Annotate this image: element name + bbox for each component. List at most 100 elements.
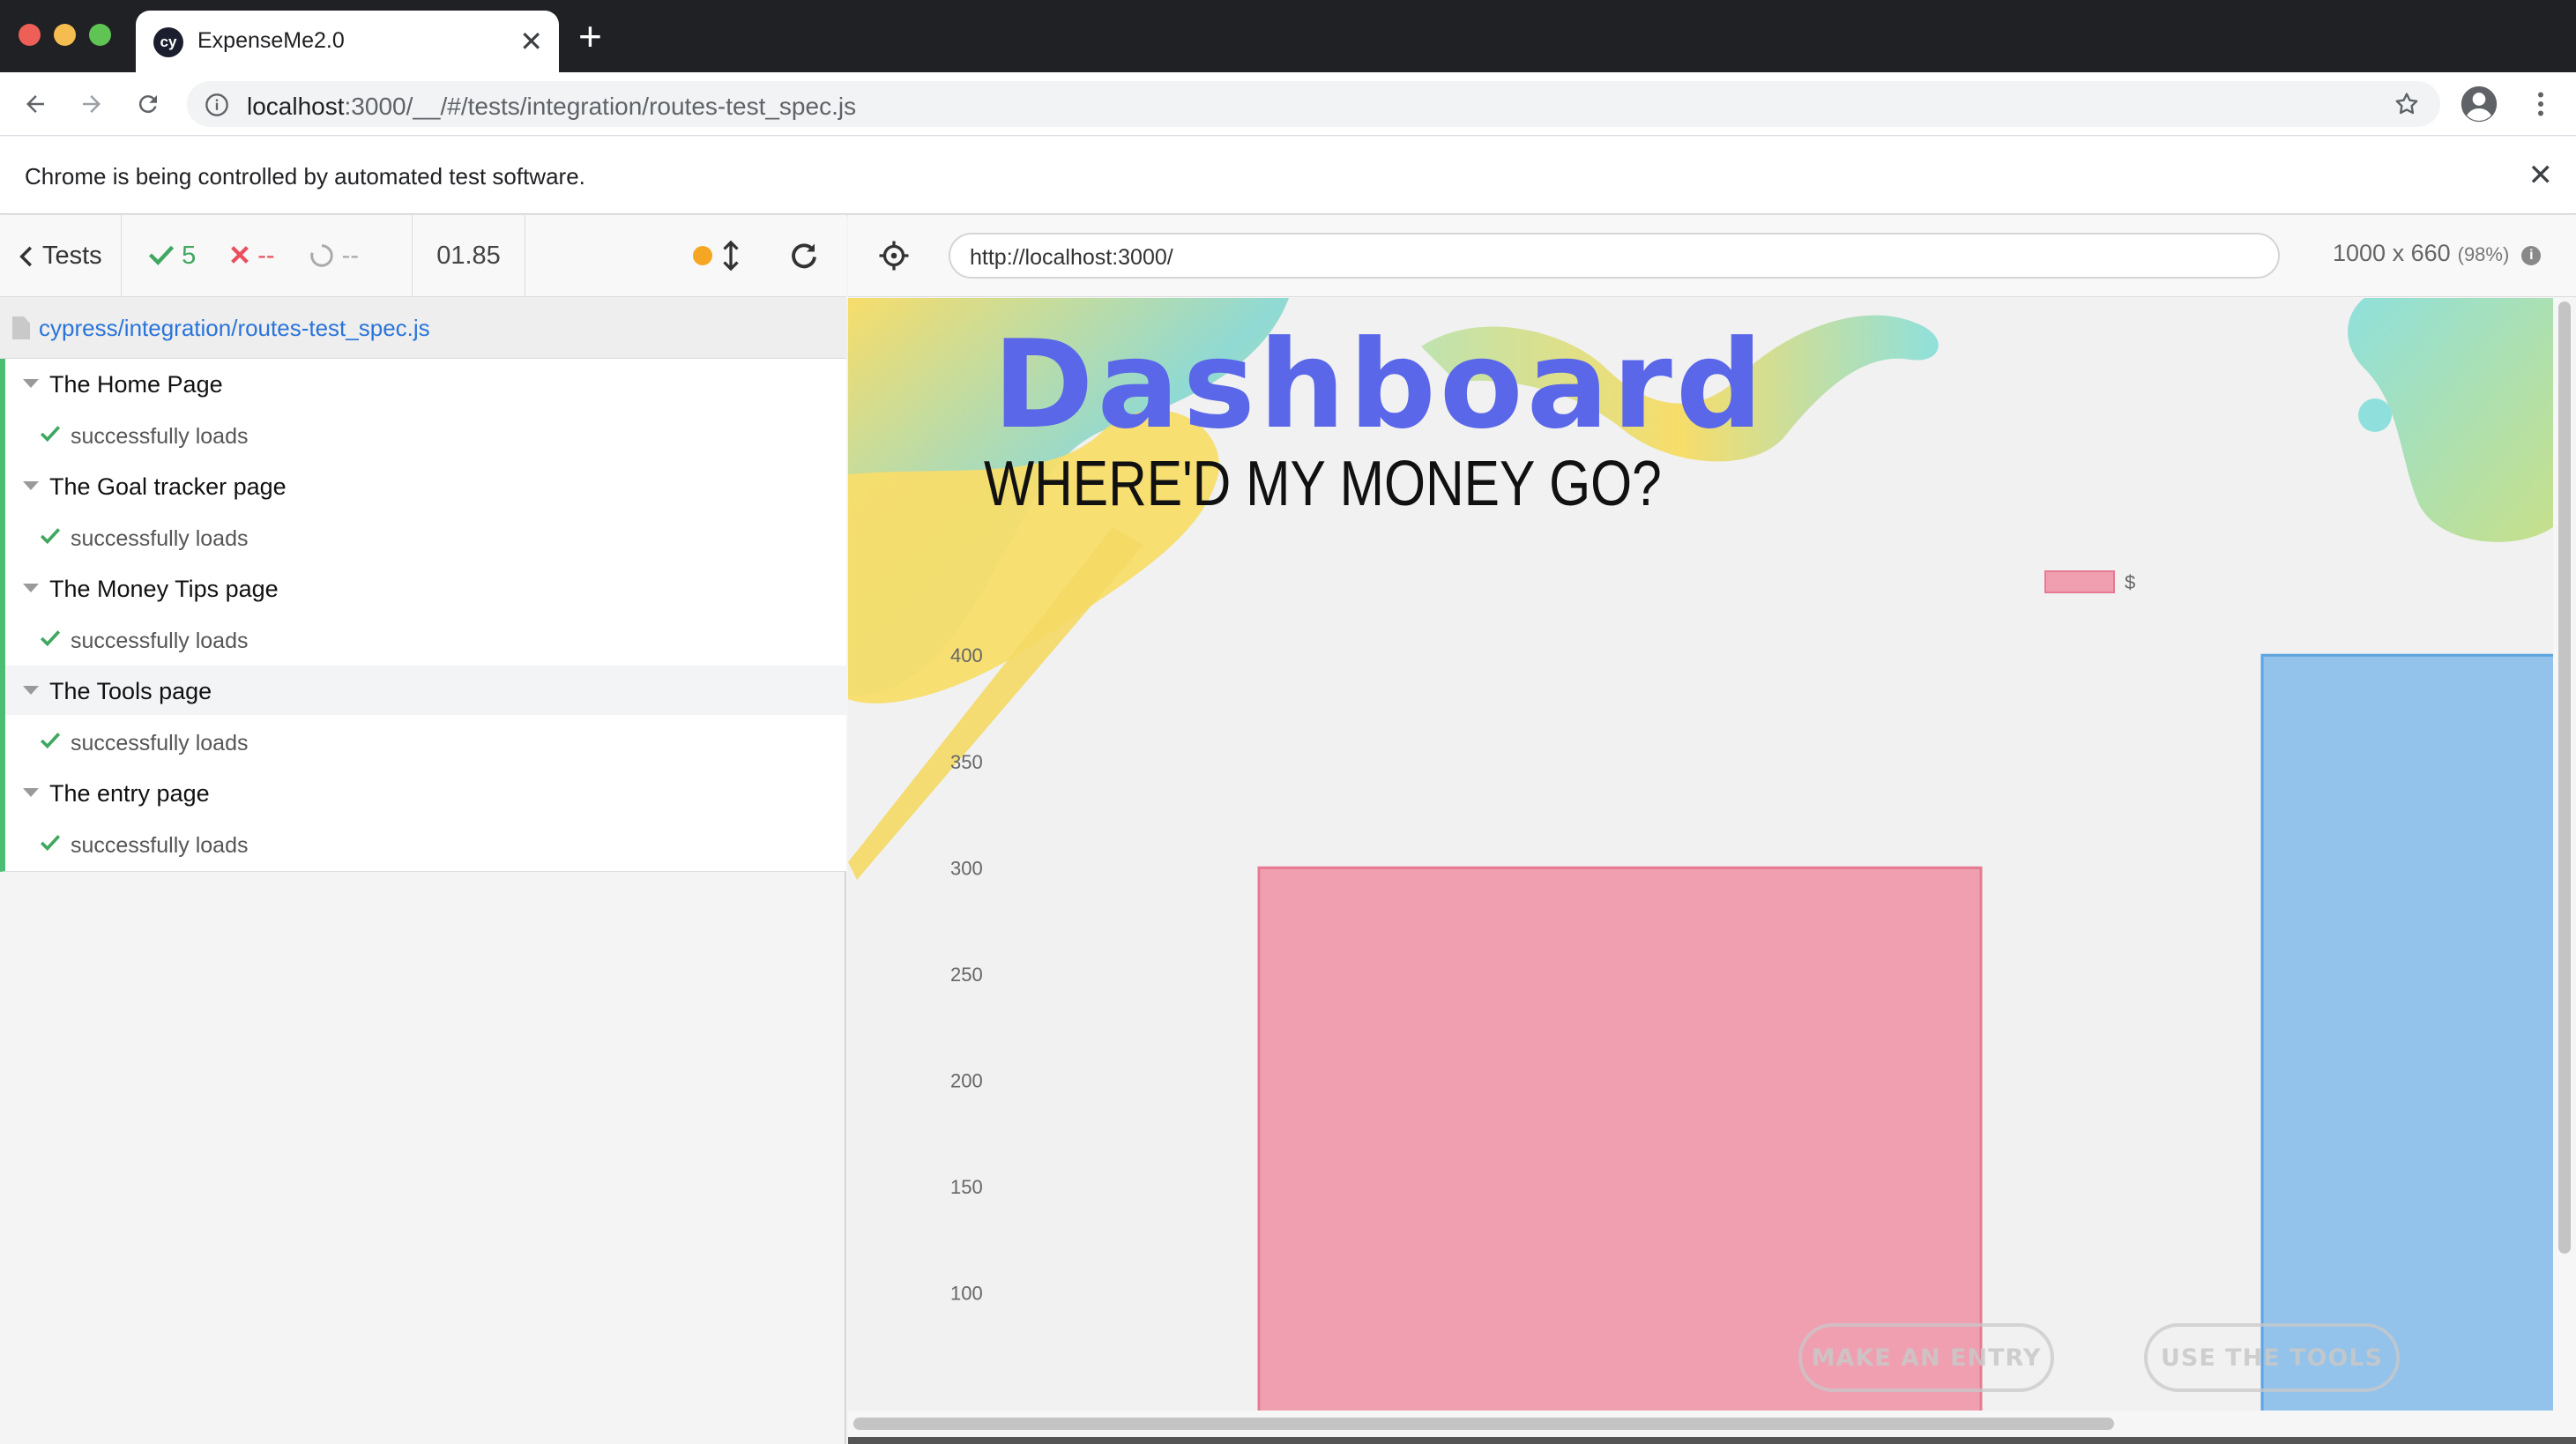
suite-row[interactable]: The Goal tracker page [5, 461, 846, 510]
reload-button[interactable] [129, 85, 168, 123]
suite-row[interactable]: The Home Page [5, 359, 846, 408]
test-title: successfully loads [71, 526, 249, 551]
menu-dots-icon[interactable] [2525, 88, 2557, 120]
viewport-size: 1000 x 660 [2333, 240, 2451, 266]
legend-label[interactable]: $ [2125, 571, 2135, 593]
caret-down-icon[interactable] [23, 584, 39, 592]
tab-close-button[interactable]: ✕ [519, 24, 543, 59]
caret-down-icon[interactable] [23, 481, 39, 490]
failed-stat: -- [229, 242, 275, 271]
browser-toolbar: localhost:3000/__/#/tests/integration/ro… [0, 72, 2576, 136]
y-tick-label: 100 [950, 1283, 983, 1305]
browser-tab[interactable]: cy ExpenseMe2.0 ✕ [136, 11, 559, 72]
test-row[interactable]: successfully loads [5, 717, 846, 766]
check-icon [40, 630, 61, 647]
new-tab-button[interactable]: + [578, 16, 602, 56]
caret-down-icon[interactable] [23, 788, 39, 797]
url-host: localhost [247, 93, 345, 120]
viewport-scale: (98%) [2457, 243, 2510, 265]
check-icon [40, 426, 61, 443]
rerun-icon[interactable] [788, 240, 820, 272]
y-tick-label: 400 [950, 644, 983, 666]
y-tick-label: 200 [950, 1069, 983, 1091]
test-title: successfully loads [71, 833, 249, 858]
test-title: successfully loads [71, 629, 249, 653]
check-icon [40, 733, 61, 749]
account-icon[interactable] [2460, 85, 2498, 123]
caret-down-icon[interactable] [23, 686, 39, 695]
aut-horizontal-scrollbar[interactable] [848, 1411, 2576, 1437]
back-button[interactable] [16, 85, 55, 123]
chart-bar[interactable] [2260, 653, 2553, 1411]
bottom-border [848, 1437, 2576, 1444]
test-row[interactable]: successfully loads [5, 410, 846, 459]
passed-count: 5 [182, 242, 197, 270]
suite-title: The entry page [49, 780, 210, 807]
expense-bar-chart: $ 400 350 300 250 200 150 100 [950, 570, 2553, 1411]
aut-header: http://localhost:3000/ 1000 x 660 (98%) i [848, 215, 2576, 297]
stats-group: 5 -- -- [122, 215, 413, 297]
make-entry-button[interactable]: MAKE AN ENTRY [1798, 1323, 2054, 1392]
y-axis-ticks: 400 350 300 250 200 150 100 [950, 644, 983, 1304]
use-tools-button[interactable]: USE THE TOOLS [2144, 1323, 2400, 1392]
test-row[interactable]: successfully loads [5, 512, 846, 562]
auto-scroll-icon[interactable] [723, 240, 739, 272]
url-path: :3000/__/#/tests/integration/routes-test… [344, 93, 857, 120]
suite-row[interactable]: The Tools page [5, 666, 846, 715]
address-bar[interactable]: localhost:3000/__/#/tests/integration/ro… [187, 81, 2440, 127]
test-runnables-list: The Home Page successfully loads The Goa… [0, 359, 846, 872]
vertical-scroll-thumb[interactable] [2558, 301, 2571, 1254]
forward-arrow-icon [83, 95, 101, 113]
forward-button[interactable] [72, 85, 111, 123]
y-tick-label: 350 [950, 751, 983, 773]
cypress-reporter: Tests 5 -- -- 01.85 cypress/integration/… [0, 215, 846, 1444]
x-icon [231, 246, 249, 264]
duration: 01.85 [413, 215, 525, 297]
y-tick-label: 150 [950, 1176, 983, 1198]
file-icon [12, 316, 30, 339]
aut-url-field[interactable]: http://localhost:3000/ [949, 233, 2280, 279]
reload-icon [138, 95, 157, 114]
y-tick-label: 250 [950, 964, 983, 986]
spec-path-bar: cypress/integration/routes-test_spec.js [0, 297, 846, 359]
window-close-button[interactable] [19, 24, 41, 46]
spinner-icon [309, 244, 333, 267]
test-row[interactable]: successfully loads [5, 614, 846, 664]
reporter-header: Tests 5 -- -- 01.85 [0, 215, 846, 297]
suite-title: The Home Page [49, 371, 223, 398]
viewport-info-icon[interactable]: i [2521, 246, 2542, 265]
infobar-close-button[interactable]: ✕ [2528, 158, 2554, 193]
browser-tab-bar: cy ExpenseMe2.0 ✕ + [0, 0, 2576, 72]
address-url[interactable]: localhost:3000/__/#/tests/integration/ro… [247, 93, 856, 121]
suite-row[interactable]: The entry page [5, 768, 846, 817]
chart-legend[interactable]: $ [2044, 570, 2135, 593]
pending-stat: -- [309, 242, 359, 271]
tests-back-button[interactable]: Tests [0, 215, 122, 297]
spec-file-link[interactable]: cypress/integration/routes-test_spec.js [39, 315, 430, 342]
window-maximize-button[interactable] [89, 24, 111, 46]
suite-title: The Goal tracker page [49, 473, 287, 500]
info-icon[interactable] [205, 93, 229, 117]
window-minimize-button[interactable] [54, 24, 76, 46]
suite-title: The Tools page [49, 678, 212, 704]
test-title: successfully loads [71, 424, 249, 449]
chart-bars [1257, 653, 2553, 1411]
suite-title: The Money Tips page [49, 576, 279, 602]
legend-swatch[interactable] [2044, 570, 2115, 593]
aut-vertical-scrollbar[interactable] [2553, 298, 2576, 1411]
running-status-dot-icon [693, 246, 712, 265]
caret-down-icon[interactable] [23, 379, 39, 388]
check-icon [40, 528, 61, 545]
test-row[interactable]: successfully loads [5, 819, 846, 868]
automation-infobar: Chrome is being controlled by automated … [0, 137, 2576, 214]
check-icon [148, 245, 175, 265]
tests-label: Tests [42, 242, 102, 270]
chevron-left-icon [19, 246, 33, 266]
reporter-controls [525, 215, 846, 297]
pending-count: -- [341, 242, 359, 270]
back-arrow-icon [26, 95, 44, 113]
star-icon[interactable] [2393, 90, 2421, 118]
crosshair-icon[interactable] [878, 240, 910, 272]
horizontal-scroll-thumb[interactable] [853, 1418, 2114, 1430]
suite-row[interactable]: The Money Tips page [5, 563, 846, 613]
